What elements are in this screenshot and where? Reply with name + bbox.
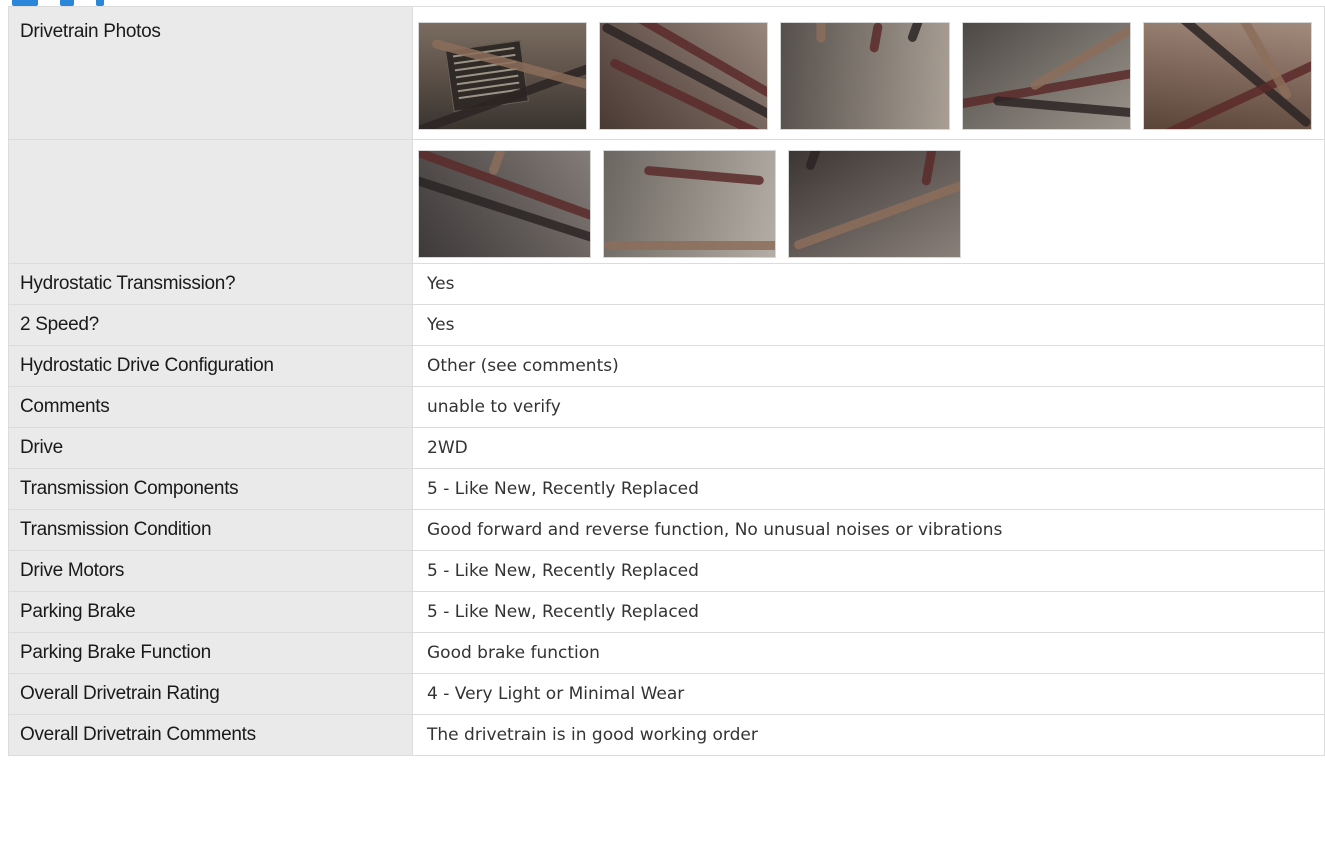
row-value: The drivetrain is in good working order	[412, 714, 1325, 756]
row-value: Yes	[412, 263, 1325, 305]
row-value: 5 - Like New, Recently Replaced	[412, 591, 1325, 633]
drivetrain-photo-1[interactable]	[418, 21, 588, 130]
row-label: Hydrostatic Drive Configuration	[8, 345, 413, 387]
row-value: Other (see comments)	[412, 345, 1325, 387]
drivetrain-photo-3[interactable]	[780, 21, 950, 130]
table-row: Parking Brake Function Good brake functi…	[8, 632, 1325, 674]
drivetrain-photo-4[interactable]	[961, 21, 1131, 130]
hose-shape	[792, 180, 960, 251]
table-row: Hydrostatic Transmission? Yes	[8, 263, 1325, 305]
table-row: Hydrostatic Drive Configuration Other (s…	[8, 345, 1325, 387]
thumbnail-strip	[418, 21, 1324, 130]
hose-shape	[643, 165, 765, 186]
hose-shape	[992, 95, 1130, 119]
hose-shape	[804, 151, 824, 172]
photos-row-2	[8, 139, 1325, 264]
table-row: 2 Speed? Yes	[8, 304, 1325, 346]
photos-cell-1	[412, 6, 1325, 140]
row-label: Comments	[8, 386, 413, 428]
row-label: Hydrostatic Transmission?	[8, 263, 413, 305]
row-label: Transmission Components	[8, 468, 413, 510]
table-row: Transmission Components 5 - Like New, Re…	[8, 468, 1325, 510]
row-label: 2 Speed?	[8, 304, 413, 346]
row-value: Good forward and reverse function, No un…	[412, 509, 1325, 551]
hose-shape	[816, 22, 826, 42]
table-row: Transmission Condition Good forward and …	[8, 509, 1325, 551]
row-value: Yes	[412, 304, 1325, 346]
hose-shape	[604, 241, 775, 250]
row-label: Transmission Condition	[8, 509, 413, 551]
row-value: 4 - Very Light or Minimal Wear	[412, 673, 1325, 715]
table-row: Drive Motors 5 - Like New, Recently Repl…	[8, 550, 1325, 592]
table-row: Drive 2WD	[8, 427, 1325, 469]
hose-shape	[869, 22, 884, 53]
drivetrain-photo-5[interactable]	[1142, 21, 1313, 130]
row-value: Good brake function	[412, 632, 1325, 674]
row-label: Overall Drivetrain Comments	[8, 714, 413, 756]
drivetrain-photo-7[interactable]	[603, 150, 776, 258]
row-value: 2WD	[412, 427, 1325, 469]
row-label: Parking Brake	[8, 591, 413, 633]
table-row: Overall Drivetrain Comments The drivetra…	[8, 714, 1325, 756]
hose-shape	[487, 151, 511, 176]
drivetrain-photo-2[interactable]	[599, 21, 769, 130]
thumbnail-strip	[418, 150, 1324, 258]
photos-cell-2	[412, 139, 1325, 264]
drivetrain-photo-8[interactable]	[788, 150, 961, 258]
photos-label: Drivetrain Photos	[8, 6, 413, 140]
hose-shape	[921, 151, 937, 186]
row-label: Drive	[8, 427, 413, 469]
table-row: Parking Brake 5 - Like New, Recently Rep…	[8, 591, 1325, 633]
drivetrain-photo-6[interactable]	[418, 150, 591, 258]
row-value: 5 - Like New, Recently Replaced	[412, 468, 1325, 510]
drivetrain-table: Drivetrain Photos Hydrostatic Transmissi…	[8, 6, 1325, 756]
table-row: Overall Drivetrain Rating 4 - Very Light…	[8, 673, 1325, 715]
row-label: Overall Drivetrain Rating	[8, 673, 413, 715]
row-value: 5 - Like New, Recently Replaced	[412, 550, 1325, 592]
hose-shape	[907, 22, 926, 43]
row-value: unable to verify	[412, 386, 1325, 428]
row-label: Parking Brake Function	[8, 632, 413, 674]
photos-label-empty	[8, 139, 413, 264]
row-label: Drive Motors	[8, 550, 413, 592]
photos-row-1: Drivetrain Photos	[8, 6, 1325, 140]
table-row: Comments unable to verify	[8, 386, 1325, 428]
